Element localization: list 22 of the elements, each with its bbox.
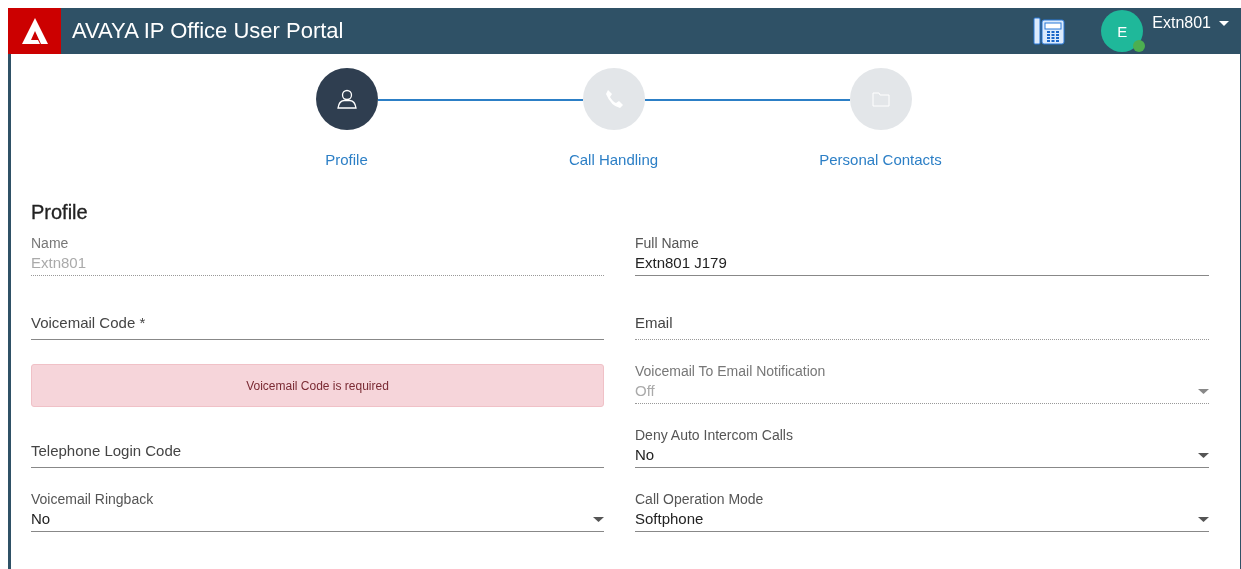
avatar-initial: E <box>1117 22 1128 40</box>
person-icon <box>335 88 358 110</box>
select-field[interactable]: Voicemail Ringback No <box>31 485 604 532</box>
app-title: AVAYA IP Office User Portal <box>72 18 345 44</box>
logo-icon <box>19 16 50 46</box>
desk-phone-icon[interactable] <box>1033 17 1066 45</box>
input-field[interactable]: Voicemail Code * <box>31 293 604 340</box>
input-field[interactable]: Full Name Extn801 J179 <box>635 229 1209 276</box>
dropdown-caret-icon <box>593 516 604 522</box>
dropdown-caret-icon <box>1198 388 1209 394</box>
error-alert: Voicemail Code is required <box>31 364 604 407</box>
user-menu[interactable]: Extn801 <box>1152 14 1229 32</box>
dropdown-caret-icon <box>1198 452 1209 458</box>
select-field[interactable]: Call Operation Mode Softphone <box>635 485 1209 532</box>
select-field[interactable]: Deny Auto Intercom Calls No <box>635 421 1209 468</box>
section-title: Profile <box>31 201 89 224</box>
input-field[interactable]: Telephone Login Code <box>31 421 604 468</box>
step-tab[interactable]: Personal Contacts <box>805 68 956 168</box>
step-tab[interactable]: Profile <box>271 68 422 168</box>
dropdown-caret-icon <box>1198 516 1209 522</box>
step-tab[interactable]: Call Handling <box>538 68 689 168</box>
caret-icon <box>1219 20 1229 26</box>
